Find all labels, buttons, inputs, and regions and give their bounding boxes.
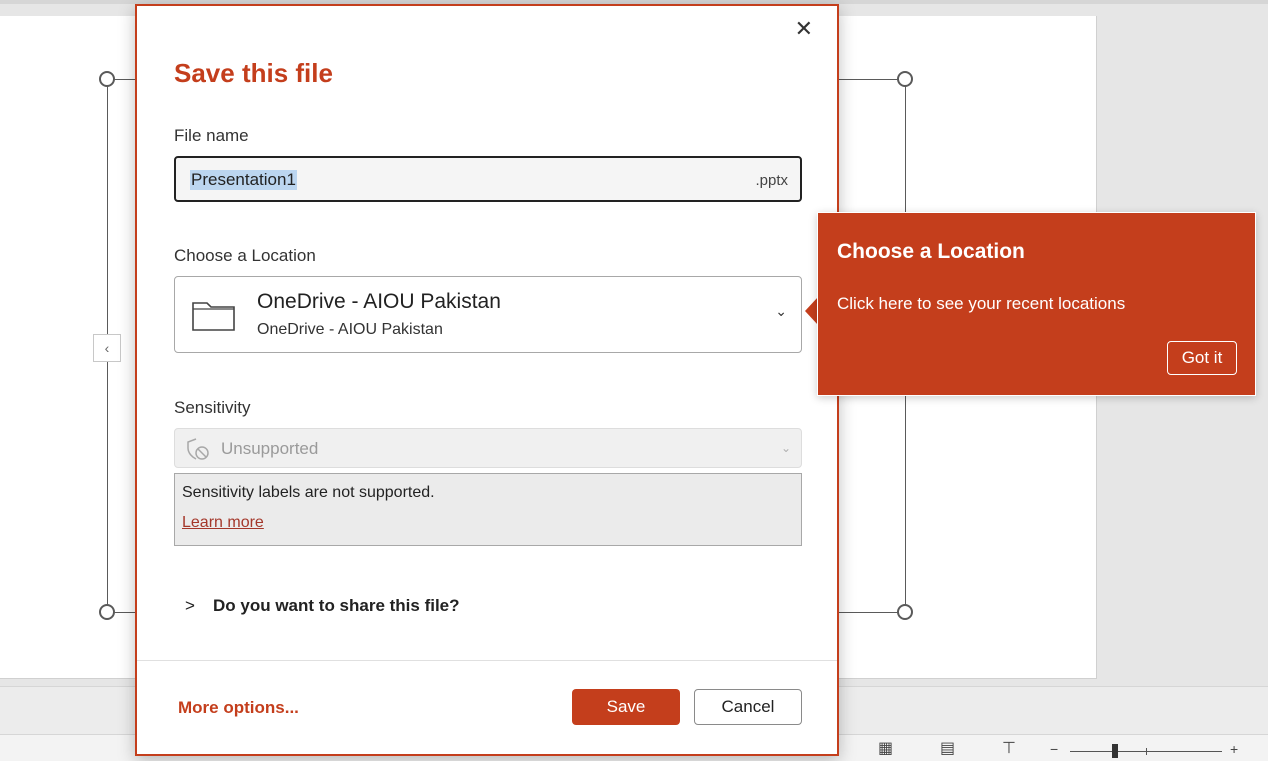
zoom-slider-midmark [1146,748,1147,755]
save-button[interactable]: Save [572,689,680,725]
share-prompt: Do you want to share this file? [213,596,460,615]
sensitivity-notice-text: Sensitivity labels are not supported. [182,484,435,501]
resize-handle-top-right[interactable] [897,71,913,87]
thumbnail-pane-toggle[interactable]: ‹ [93,334,121,362]
cancel-button[interactable]: Cancel [694,689,802,725]
slide-show-icon[interactable]: ⊤ [1002,741,1016,757]
sensitivity-dropdown: Unsupported ⌄ [174,428,802,468]
file-name-input[interactable]: Presentation1 .pptx [174,156,802,202]
zoom-in-icon[interactable]: + [1230,741,1238,757]
sensitivity-notice: Sensitivity labels are not supported. Le… [174,473,802,546]
close-icon[interactable]: ✕ [795,18,813,40]
save-file-dialog: ✕ Save this file File name Presentation1… [135,4,839,756]
location-picker[interactable]: OneDrive - AIOU Pakistan OneDrive - AIOU… [174,276,802,353]
resize-handle-bottom-left[interactable] [99,604,115,620]
chevron-left-icon: ‹ [104,340,110,356]
callout-title: Choose a Location [837,240,1025,263]
got-it-button[interactable]: Got it [1167,341,1237,375]
file-name-value: Presentation1 [190,170,297,190]
callout-body: Click here to see your recent locations [837,294,1126,313]
normal-view-icon[interactable]: ▦ [878,741,893,757]
dialog-title: Save this file [174,58,333,88]
location-label: Choose a Location [174,246,316,265]
chevron-right-icon: > [185,596,195,615]
share-file-expander[interactable]: > Do you want to share this file? [185,596,460,616]
sensitivity-value: Unsupported [221,439,319,458]
more-options-link[interactable]: More options... [178,698,299,718]
chevron-down-icon: ⌄ [780,441,791,455]
choose-location-callout: Choose a Location Click here to see your… [817,212,1256,396]
zoom-out-icon[interactable]: − [1050,741,1058,757]
reading-view-icon[interactable]: ▤ [940,741,955,757]
location-name: OneDrive - AIOU Pakistan [257,290,501,313]
shield-slash-icon [185,437,211,466]
file-name-label: File name [174,126,249,145]
sensitivity-label: Sensitivity [174,398,251,417]
resize-handle-top-left[interactable] [99,71,115,87]
footer-divider [137,660,837,661]
resize-handle-bottom-right[interactable] [897,604,913,620]
folder-icon [191,297,237,338]
file-extension: .pptx [755,172,788,189]
zoom-slider-thumb[interactable] [1112,744,1118,758]
location-path: OneDrive - AIOU Pakistan [257,321,443,338]
chevron-down-icon: ⌄ [775,303,787,319]
learn-more-link[interactable]: Learn more [182,514,264,532]
